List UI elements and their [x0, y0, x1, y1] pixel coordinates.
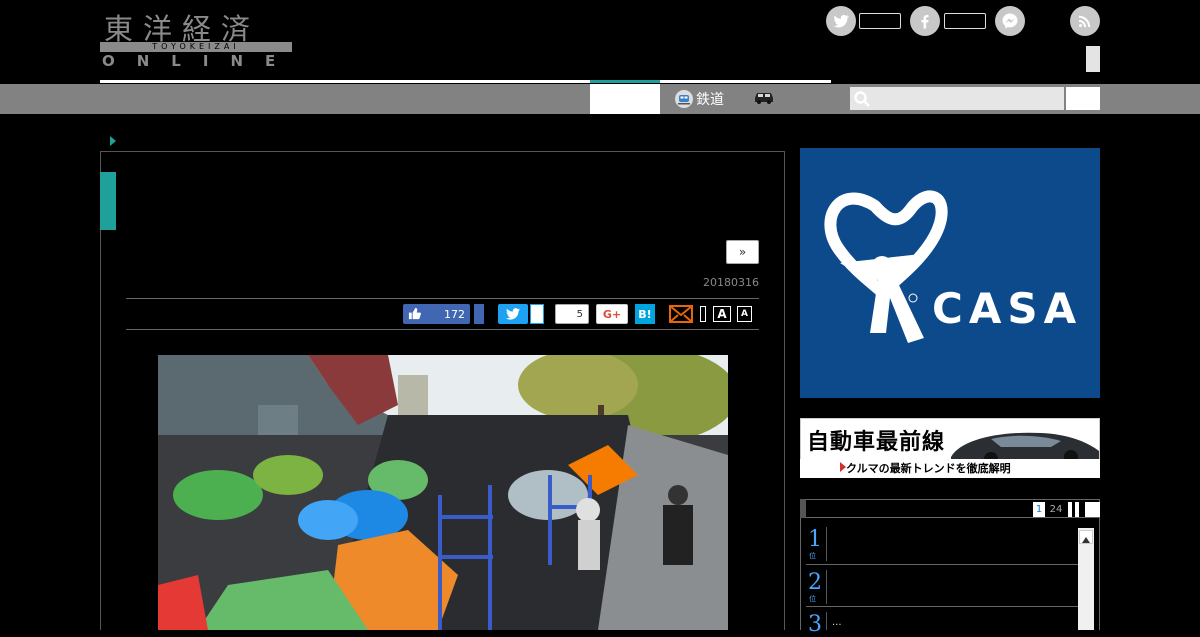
font-size-large-button[interactable]: A	[713, 306, 731, 322]
rank-number-3: 3	[808, 612, 822, 637]
twitter-count-box	[859, 13, 901, 29]
rank-divider-2	[806, 606, 1078, 607]
scroll-up-icon[interactable]	[1079, 530, 1093, 544]
hatena-bookmark-button[interactable]: B!	[635, 304, 655, 324]
ranking-tab-24h[interactable]: 24	[1046, 502, 1066, 517]
google-plus-button[interactable]: G+	[596, 304, 628, 324]
nav-railway-label: 鉄道	[696, 92, 724, 108]
next-page-button[interactable]: »	[726, 240, 759, 264]
rss-icon[interactable]	[1070, 6, 1100, 36]
search-button[interactable]	[1066, 87, 1100, 110]
casa-ad-text: CASA	[932, 284, 1083, 333]
facebook-share-tab[interactable]	[474, 304, 484, 324]
rank-number-1: 1	[808, 527, 822, 552]
site-header: 東洋経済 TOYOKEIZAI ONLINE	[0, 0, 1200, 84]
tweet-count-box	[530, 304, 544, 324]
rank-number-2: 2	[808, 570, 822, 595]
casa-ad-banner[interactable]	[800, 148, 1100, 398]
breadcrumb-arrow-icon	[110, 136, 116, 146]
rank-separator-2	[826, 570, 827, 604]
search-input[interactable]	[850, 87, 1064, 110]
header-widget	[1086, 46, 1100, 72]
header-divider-accent	[590, 80, 660, 83]
nav-item-railway[interactable]: 鉄道	[675, 84, 724, 114]
rank-divider-1	[806, 564, 1078, 565]
facebook-like-count: 172	[444, 307, 465, 321]
print-button[interactable]	[700, 306, 706, 322]
twitter-icon[interactable]	[826, 6, 856, 36]
tweet-button[interactable]	[498, 304, 528, 324]
ranking-tab-5[interactable]	[1085, 502, 1100, 517]
font-size-small-button[interactable]: A	[737, 306, 752, 322]
facebook-like-button[interactable]: 172	[403, 304, 470, 324]
share-divider-bottom	[126, 329, 759, 330]
ranking-tab-1h[interactable]: 1	[1033, 502, 1045, 517]
logo-sub: TOYOKEIZAI	[152, 42, 240, 51]
thumbs-up-icon	[408, 305, 421, 324]
comment-count[interactable]: 5	[555, 304, 589, 324]
car-banner-title: 自動車最前線	[807, 430, 946, 455]
header-divider	[100, 80, 831, 83]
rank-suffix-1: 位	[809, 552, 816, 560]
car-banner-subtitle: クルマの最新トレンドを徹底解明	[846, 462, 1011, 475]
article-title-accent	[100, 172, 116, 230]
casa-logo-icon	[824, 190, 948, 343]
rank-suffix-2: 位	[809, 595, 816, 603]
mail-icon[interactable]	[669, 305, 693, 323]
ranking-tab-3[interactable]	[1068, 502, 1072, 517]
rank-title-3[interactable]: ...	[832, 617, 842, 628]
facebook-count-box	[944, 13, 986, 29]
car-icon	[752, 89, 776, 109]
facebook-icon[interactable]	[910, 6, 940, 36]
search-icon	[853, 90, 871, 108]
rank-separator-3	[826, 612, 827, 630]
site-logo[interactable]: 東洋経済 TOYOKEIZAI ONLINE	[100, 6, 292, 70]
nav-tab-active[interactable]	[590, 84, 660, 114]
rank-separator-1	[826, 527, 827, 561]
ranking-header-accent	[800, 499, 806, 518]
messenger-icon[interactable]	[995, 6, 1025, 36]
nav-item-car[interactable]	[752, 84, 776, 114]
ranking-tab-4[interactable]	[1075, 502, 1079, 517]
logo-online: ONLINE	[102, 52, 298, 70]
article-photo	[158, 355, 728, 630]
share-divider-top	[126, 298, 759, 299]
article-date: 20180316	[703, 276, 759, 289]
train-icon	[675, 90, 693, 108]
